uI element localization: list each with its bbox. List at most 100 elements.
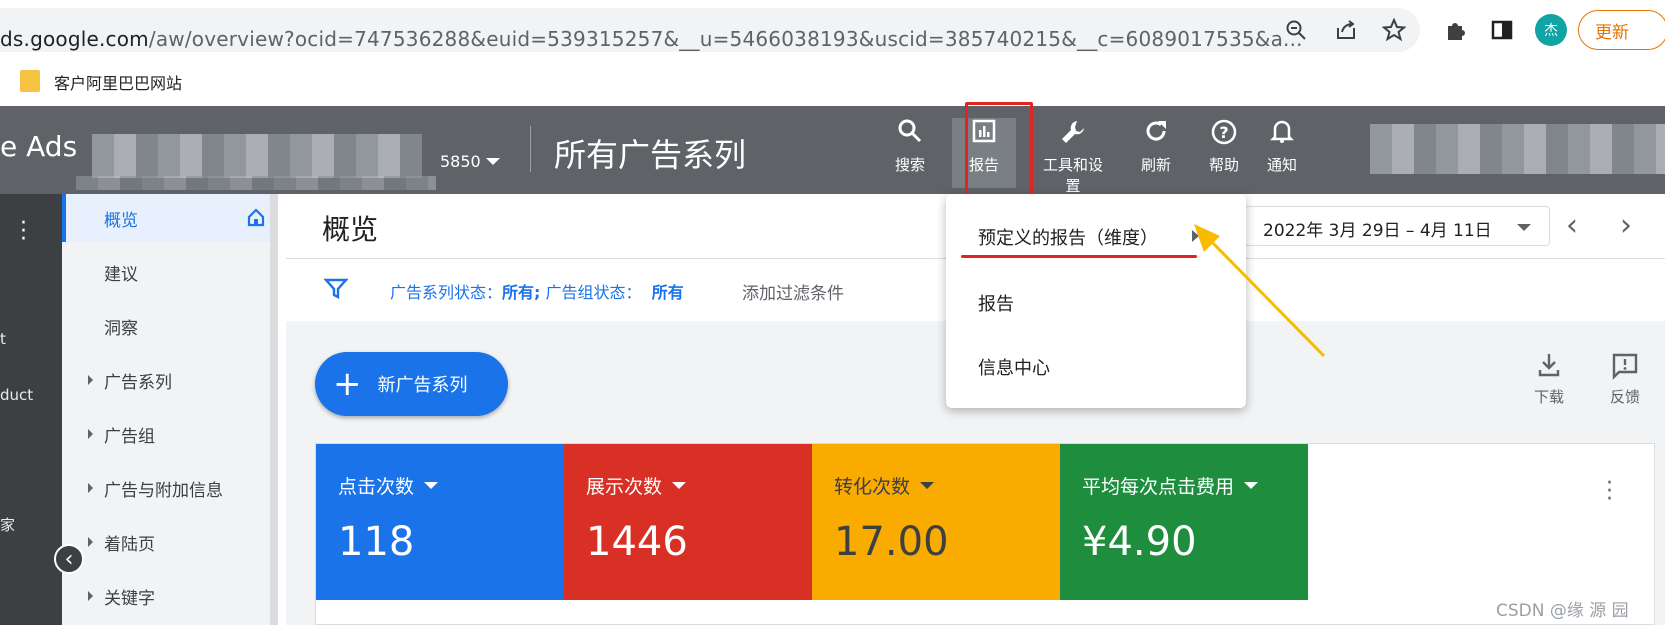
watermark: CSDN @缘 源 园 (1496, 601, 1629, 621)
menu-item-dashboards[interactable]: 信息中心 (978, 354, 1050, 380)
metric-card-avg-cpc[interactable]: 平均每次点击费用 ¥4.90 (1060, 444, 1308, 600)
rail-item-fragment[interactable]: duct (0, 386, 33, 404)
tool-notifications[interactable]: 通知 (1252, 118, 1312, 188)
svg-text:?: ? (1219, 123, 1228, 142)
filter-campaign-status-value: 所有; (502, 283, 541, 302)
side-nav: 概览 建议 洞察 广告系列 广告组 广告与附加信息 着陆页 关键字 (62, 194, 278, 625)
metric-label: 转化次数 (834, 476, 911, 498)
metric-card-conversions[interactable]: 转化次数 17.00 (812, 444, 1060, 600)
extensions-icon[interactable] (1440, 14, 1472, 46)
expand-arrow-icon (88, 483, 93, 493)
add-filter-button[interactable]: 添加过滤条件 (742, 279, 844, 304)
metric-value: ¥4.90 (1082, 519, 1197, 565)
nav-item-campaigns[interactable]: 广告系列 (62, 356, 270, 404)
url-text[interactable]: ds.google.com/aw/overview?ocid=747536288… (0, 27, 1303, 51)
bookmark-folder-label[interactable]: 客户阿里巴巴网站 (54, 70, 182, 94)
nav-item-label: 广告与附加信息 (104, 480, 223, 501)
tool-tools-settings[interactable]: 工具和设置 (1036, 118, 1110, 195)
bookmarks-bar: 客户阿里巴巴网站 (0, 60, 1665, 106)
feedback-label: 反馈 (1609, 388, 1640, 406)
metric-card-impressions[interactable]: 展示次数 1446 (564, 444, 812, 600)
home-icon (246, 207, 266, 232)
account-id-suffix[interactable]: 5850 (440, 152, 481, 171)
folder-icon (20, 70, 40, 92)
browser-toolbar: ds.google.com/aw/overview?ocid=747536288… (0, 0, 1665, 60)
more-vert-icon[interactable]: · · · (20, 213, 27, 251)
new-campaign-button[interactable]: + 新广告系列 (315, 352, 508, 416)
expand-arrow-icon (88, 591, 93, 601)
account-name-redacted (92, 134, 422, 178)
nav-item-landing-pages[interactable]: 着陆页 (62, 518, 270, 566)
nav-item-overview[interactable]: 概览 (62, 194, 270, 242)
header-divider (530, 126, 531, 172)
tool-help-label: 帮助 (1208, 156, 1239, 174)
filter-adgroup-status-label: 广告组状态： (540, 283, 642, 302)
metric-value: 1446 (586, 519, 688, 565)
chevron-down-icon (1517, 224, 1531, 231)
profile-avatar[interactable]: 杰 (1535, 14, 1567, 46)
feedback-icon (1595, 352, 1655, 386)
url-host: ds.google.com (0, 27, 149, 51)
chevron-down-icon (672, 482, 687, 489)
annotation-underline (961, 255, 1197, 258)
chevron-down-icon (920, 482, 935, 489)
update-button[interactable]: 更新 (1578, 10, 1665, 50)
annotation-reports-highlight (965, 102, 1033, 200)
expand-arrow-icon (88, 429, 93, 439)
more-vert-icon[interactable]: · · · (1606, 473, 1613, 511)
metric-card-clicks[interactable]: 点击次数 118 (316, 444, 564, 600)
menu-item-predefined-reports[interactable]: 预定义的报告（维度） (978, 224, 1158, 250)
filter-adgroup-status-value: 所有 (651, 283, 684, 302)
header-title: 所有广告系列 (554, 136, 747, 174)
annotation-arrow (1194, 224, 1326, 358)
prev-period-button[interactable]: ‹ (1566, 208, 1578, 243)
side-panel-icon[interactable] (1486, 14, 1518, 46)
nav-item-insights[interactable]: 洞察 (62, 302, 270, 350)
address-bar[interactable]: ds.google.com/aw/overview?ocid=747536288… (0, 8, 1420, 52)
left-rail: · · · t duct 家 (0, 194, 62, 625)
nav-item-recommendations[interactable]: 建议 (62, 248, 270, 296)
download-label: 下载 (1533, 388, 1564, 406)
collapse-nav-button[interactable]: ‹ (54, 544, 84, 574)
nav-item-ads-extensions[interactable]: 广告与附加信息 (62, 464, 270, 512)
tool-help[interactable]: ? 帮助 (1194, 118, 1254, 188)
download-button[interactable]: 下载 (1519, 352, 1579, 407)
url-path: /aw/overview?ocid=747536288&euid=5393152… (148, 27, 1303, 51)
next-period-button[interactable]: › (1620, 208, 1632, 243)
menu-item-reports[interactable]: 报告 (978, 290, 1014, 316)
share-icon[interactable] (1330, 14, 1362, 46)
nav-item-label: 关键字 (104, 588, 155, 609)
tool-refresh[interactable]: 刷新 (1124, 118, 1188, 188)
metric-label: 点击次数 (338, 476, 415, 498)
zoom-icon[interactable] (1280, 14, 1312, 46)
nav-item-label: 广告系列 (104, 372, 172, 393)
metric-label: 展示次数 (586, 476, 663, 498)
ads-logo[interactable]: e Ads (0, 130, 77, 163)
active-filters[interactable]: 广告系列状态：所有; 广告组状态： 所有 (390, 279, 684, 303)
expand-arrow-icon (88, 375, 93, 385)
nav-item-ad-groups[interactable]: 广告组 (62, 410, 270, 458)
filter-icon[interactable] (323, 277, 349, 305)
download-icon (1519, 352, 1579, 386)
chevron-down-icon (424, 482, 439, 489)
nav-item-keywords[interactable]: 关键字 (62, 572, 270, 620)
nav-item-label: 洞察 (104, 318, 138, 339)
ads-header: e Ads 5850 所有广告系列 搜索 报告 工具和设置 刷新 ? 帮助 通知 (0, 106, 1665, 195)
search-icon (878, 118, 942, 154)
tool-tools-label: 工具和设置 (1042, 156, 1103, 195)
feedback-button[interactable]: 反馈 (1595, 352, 1655, 407)
bookmark-star-icon[interactable] (1378, 14, 1410, 46)
plus-icon: + (333, 364, 362, 404)
rail-item-fragment[interactable]: 家 (0, 514, 15, 535)
wrench-icon (1036, 118, 1110, 154)
nav-item-label: 概览 (104, 210, 138, 231)
refresh-icon (1124, 118, 1188, 154)
rail-item-fragment[interactable]: t (0, 330, 6, 348)
tool-search[interactable]: 搜索 (878, 118, 942, 188)
tool-refresh-label: 刷新 (1140, 156, 1171, 174)
metrics-panel: 点击次数 118 展示次数 1446 转化次数 17.00 平均每次点击费用 ¥… (315, 443, 1655, 625)
page-title: 概览 (322, 213, 379, 246)
nav-item-label: 建议 (104, 264, 138, 285)
account-dropdown-icon[interactable] (486, 158, 500, 165)
bell-icon (1252, 118, 1312, 154)
